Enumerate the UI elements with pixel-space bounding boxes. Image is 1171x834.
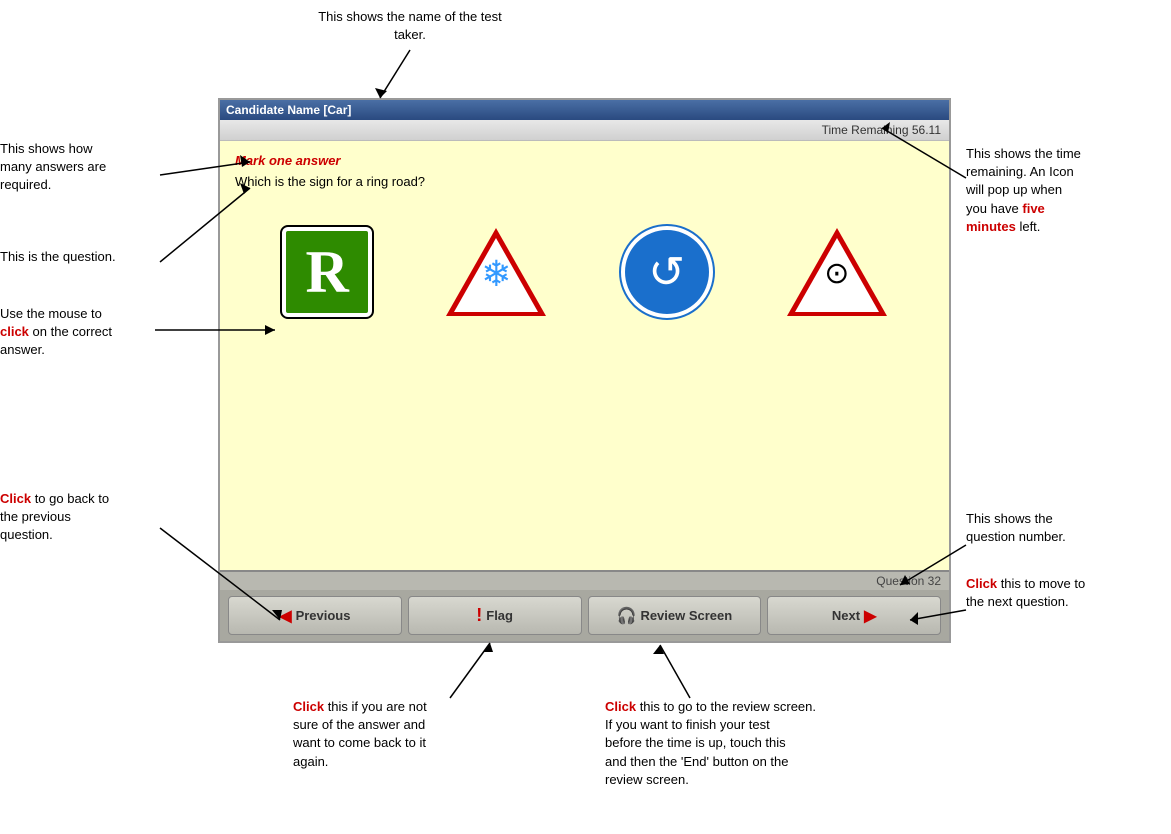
previous-button[interactable]: ◀ Previous [228, 596, 402, 635]
answer-a[interactable]: R [275, 220, 379, 324]
timer-bar: Time Remaining 56.11 [220, 120, 949, 141]
annotation-answers-required: This shows how many answers are required… [0, 140, 170, 195]
previous-label: Previous [296, 608, 351, 623]
roundabout-icon: ↺ [648, 247, 685, 298]
next-button[interactable]: Next ▶ [767, 596, 941, 635]
flag-icon: ! [476, 605, 482, 626]
snowflake-icon: ❄ [481, 256, 511, 292]
green-r-sign: R [282, 227, 372, 317]
next-arrow-icon: ▶ [864, 606, 876, 626]
annotation-next: Click this to move tothe next question. [966, 575, 1166, 611]
test-window: Candidate Name [Car] Time Remaining 56.1… [218, 98, 951, 643]
title-bar: Candidate Name [Car] [220, 100, 949, 120]
annotation-go-back: Click to go back to the previous questio… [0, 490, 165, 545]
annotation-name: This shows the name of the test taker. [305, 8, 515, 44]
roundabout-sign: ↺ [621, 226, 713, 318]
nav-bar: Question 32 ◀ Previous ! Flag 🎧 Review S… [220, 570, 949, 641]
annotation-question-number: This shows thequestion number. [966, 510, 1166, 546]
mark-answer-label: Mark one answer [235, 153, 934, 168]
r-letter: R [305, 238, 348, 307]
annotation-mouse-click: Use the mouse to click on the correct an… [0, 305, 170, 360]
annotation-time: This shows the timeremaining. An Iconwil… [966, 145, 1166, 236]
answer-c[interactable]: ↺ [614, 219, 720, 325]
review-icon: 🎧 [617, 606, 637, 626]
annotation-flag: Click this if you are notsure of the ans… [293, 698, 513, 771]
timer-display: Time Remaining 56.11 [822, 123, 941, 137]
flag-button[interactable]: ! Flag [408, 596, 582, 635]
answer-d[interactable]: ⊙ [780, 221, 894, 323]
next-label: Next [832, 608, 860, 623]
snowflake-triangle: ❄ [446, 228, 546, 316]
annotation-question: This is the question. [0, 248, 170, 266]
question-area: Mark one answer Which is the sign for a … [220, 141, 949, 570]
answers-row: R ❄ ↺ ⊙ [235, 219, 934, 325]
window-title: Candidate Name [Car] [226, 103, 351, 117]
annotation-review: Click this to go to the review screen.If… [605, 698, 935, 789]
question-number: Question 32 [876, 574, 941, 588]
question-text: Which is the sign for a ring road? [235, 174, 934, 189]
question-number-row: Question 32 [220, 572, 949, 590]
review-screen-button[interactable]: 🎧 Review Screen [588, 596, 762, 635]
answer-b[interactable]: ❄ [439, 221, 553, 323]
ring-road-sign: ⊙ [787, 228, 887, 316]
previous-arrow-icon: ◀ [279, 606, 291, 626]
flag-label: Flag [486, 608, 513, 623]
ring-icon: ⊙ [824, 256, 849, 291]
review-label: Review Screen [640, 608, 732, 623]
nav-buttons: ◀ Previous ! Flag 🎧 Review Screen Next ▶ [220, 590, 949, 641]
